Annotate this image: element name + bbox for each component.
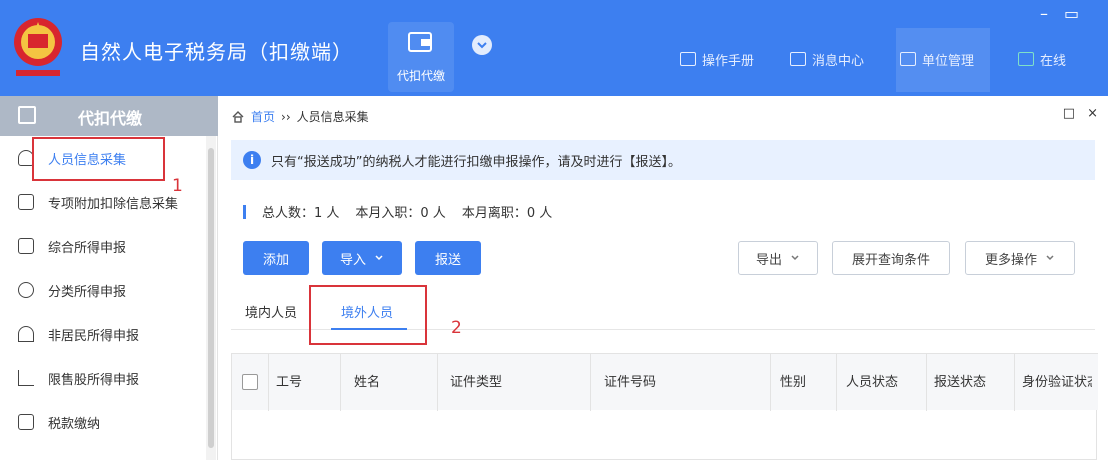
table-header: 工号 姓名 证件类型 证件号码 性别 人员状态 报送状态 身份验证状态 xyxy=(232,353,1098,411)
export-button[interactable]: 导出 xyxy=(738,241,818,275)
home-icon xyxy=(232,110,244,123)
list-icon xyxy=(18,194,34,210)
expand-query-label: 展开查询条件 xyxy=(851,252,930,268)
app-title: 自然人电子税务局（扣缴端） xyxy=(80,40,353,64)
sidebar-item-restricted-stock[interactable]: 限售股所得申报 xyxy=(0,358,205,398)
notice-banner: i 只有“报送成功”的纳税人才能进行扣缴申报操作，请及时进行【报送】。 xyxy=(231,140,1095,180)
joined-count: 本月入职：0 人 xyxy=(355,206,446,221)
breadcrumb: 首页 ›› 人员信息采集 xyxy=(231,108,369,125)
accent-bar xyxy=(243,204,246,219)
export-button-label: 导出 xyxy=(755,252,782,268)
mail-icon xyxy=(790,52,806,66)
tab-domestic[interactable]: 境内人员 xyxy=(245,302,297,321)
message-center-link[interactable]: 消息中心 xyxy=(790,48,864,70)
total-count: 总人数：1 人 xyxy=(262,206,340,221)
sidebar-item-comprehensive-income[interactable]: 综合所得申报 xyxy=(0,226,205,266)
folder-icon xyxy=(18,414,34,430)
personnel-table: 工号 姓名 证件类型 证件号码 性别 人员状态 报送状态 身份验证状态 xyxy=(231,353,1098,460)
bar-chart-icon xyxy=(18,370,34,386)
select-all-checkbox[interactable] xyxy=(242,374,258,390)
column-divider xyxy=(340,354,341,411)
column-divider xyxy=(1014,354,1015,411)
restore-button[interactable]: □ xyxy=(1063,106,1075,121)
sidebar-item-nonresident-income[interactable]: 非居民所得申报 xyxy=(0,314,205,354)
expand-query-button[interactable]: 展开查询条件 xyxy=(832,241,950,275)
more-actions-label: 更多操作 xyxy=(984,252,1037,268)
column-header-verify-status[interactable]: 身份验证状态 xyxy=(1022,354,1092,411)
annotation-box-2 xyxy=(309,285,427,345)
column-divider xyxy=(770,354,771,411)
sidebar-item-label: 综合所得申报 xyxy=(48,240,127,256)
column-header-name[interactable]: 姓名 xyxy=(354,354,380,411)
column-header-id-type[interactable]: 证件类型 xyxy=(450,354,502,411)
chevron-down-icon xyxy=(375,255,383,261)
sidebar-item-classified-income[interactable]: 分类所得申报 xyxy=(0,270,205,310)
column-divider xyxy=(590,354,591,411)
layers-icon xyxy=(18,238,34,254)
sidebar-item-label: 专项附加扣除信息采集 xyxy=(48,196,179,212)
column-header-id[interactable]: 工号 xyxy=(276,354,302,411)
more-actions-button[interactable]: 更多操作 xyxy=(965,241,1075,275)
annotation-marker-2: 2 xyxy=(451,318,462,338)
chevron-down-icon[interactable] xyxy=(472,35,492,55)
annotation-marker-1: 1 xyxy=(172,176,183,196)
column-header-submit-status[interactable]: 报送状态 xyxy=(934,354,986,411)
annotation-box-1 xyxy=(32,137,165,181)
national-emblem-icon xyxy=(14,18,62,76)
sidebar-item-tax-payment[interactable]: 税款缴纳 xyxy=(0,402,205,442)
breadcrumb-home[interactable]: 首页 xyxy=(251,108,275,125)
chat-icon xyxy=(1018,52,1034,66)
column-divider xyxy=(836,354,837,411)
online-label: 在线 xyxy=(1040,53,1067,69)
import-button-label: 导入 xyxy=(339,252,366,268)
manual-link[interactable]: 操作手册 xyxy=(680,48,754,70)
manual-label: 操作手册 xyxy=(702,53,755,69)
notice-text: 只有“报送成功”的纳税人才能进行扣缴申报操作，请及时进行【报送】。 xyxy=(271,154,681,170)
main-content: 首页 ›› 人员信息采集 □ × i 只有“报送成功”的纳税人才能进行扣缴申报操… xyxy=(219,96,1108,460)
add-button[interactable]: 添加 xyxy=(243,241,309,275)
column-header-person-status[interactable]: 人员状态 xyxy=(846,354,898,411)
unit-manage-label: 单位管理 xyxy=(922,53,975,69)
sidebar-title: 代扣代缴 xyxy=(78,109,143,128)
message-center-label: 消息中心 xyxy=(812,53,865,69)
info-icon: i xyxy=(243,151,261,169)
column-divider xyxy=(437,354,438,411)
column-divider xyxy=(268,354,269,411)
breadcrumb-current: 人员信息采集 xyxy=(296,110,369,124)
sidebar-item-label: 限售股所得申报 xyxy=(48,372,140,388)
building-icon xyxy=(900,52,916,66)
submit-button-label: 报送 xyxy=(434,252,461,268)
submit-button[interactable]: 报送 xyxy=(415,241,481,275)
column-divider xyxy=(926,354,927,411)
panel-tools: □ × xyxy=(1063,106,1098,121)
add-button-label: 添加 xyxy=(262,252,289,268)
module-icon xyxy=(18,106,36,124)
left-count: 本月离职：0 人 xyxy=(461,206,553,221)
breadcrumb-separator: ›› xyxy=(281,109,291,124)
sidebar-scrollbar[interactable] xyxy=(206,136,216,460)
minimize-button[interactable]: – xyxy=(1040,4,1048,23)
maximize-button[interactable]: ▭ xyxy=(1064,4,1079,23)
person-counts: 总人数：1 人 本月入职：0 人 本月离职：0 人 xyxy=(243,202,552,221)
book-icon xyxy=(680,52,696,66)
app-header: 自然人电子税务局（扣缴端） 代扣代缴 操作手册 消息中心 单位管理 在线 – ▭ xyxy=(0,0,1108,96)
sidebar-header: 代扣代缴 xyxy=(0,96,218,136)
clock-icon xyxy=(18,282,34,298)
module-switch-button[interactable]: 代扣代缴 xyxy=(388,22,454,92)
chevron-down-icon xyxy=(791,255,799,261)
sidebar-item-label: 分类所得申报 xyxy=(48,284,127,300)
person-icon xyxy=(18,326,34,342)
wallet-icon xyxy=(408,32,432,52)
module-label: 代扣代缴 xyxy=(396,69,445,83)
close-button[interactable]: × xyxy=(1087,106,1098,121)
scrollbar-thumb[interactable] xyxy=(208,148,214,448)
sidebar-item-label: 税款缴纳 xyxy=(48,416,101,432)
import-button[interactable]: 导入 xyxy=(322,241,402,275)
column-header-gender[interactable]: 性别 xyxy=(780,354,806,411)
sidebar-item-label: 非居民所得申报 xyxy=(48,328,140,344)
online-link[interactable]: 在线 xyxy=(1018,48,1066,70)
column-header-id-number[interactable]: 证件号码 xyxy=(604,354,656,411)
chevron-down-icon xyxy=(1046,255,1054,261)
unit-manage-link[interactable]: 单位管理 xyxy=(900,48,974,70)
